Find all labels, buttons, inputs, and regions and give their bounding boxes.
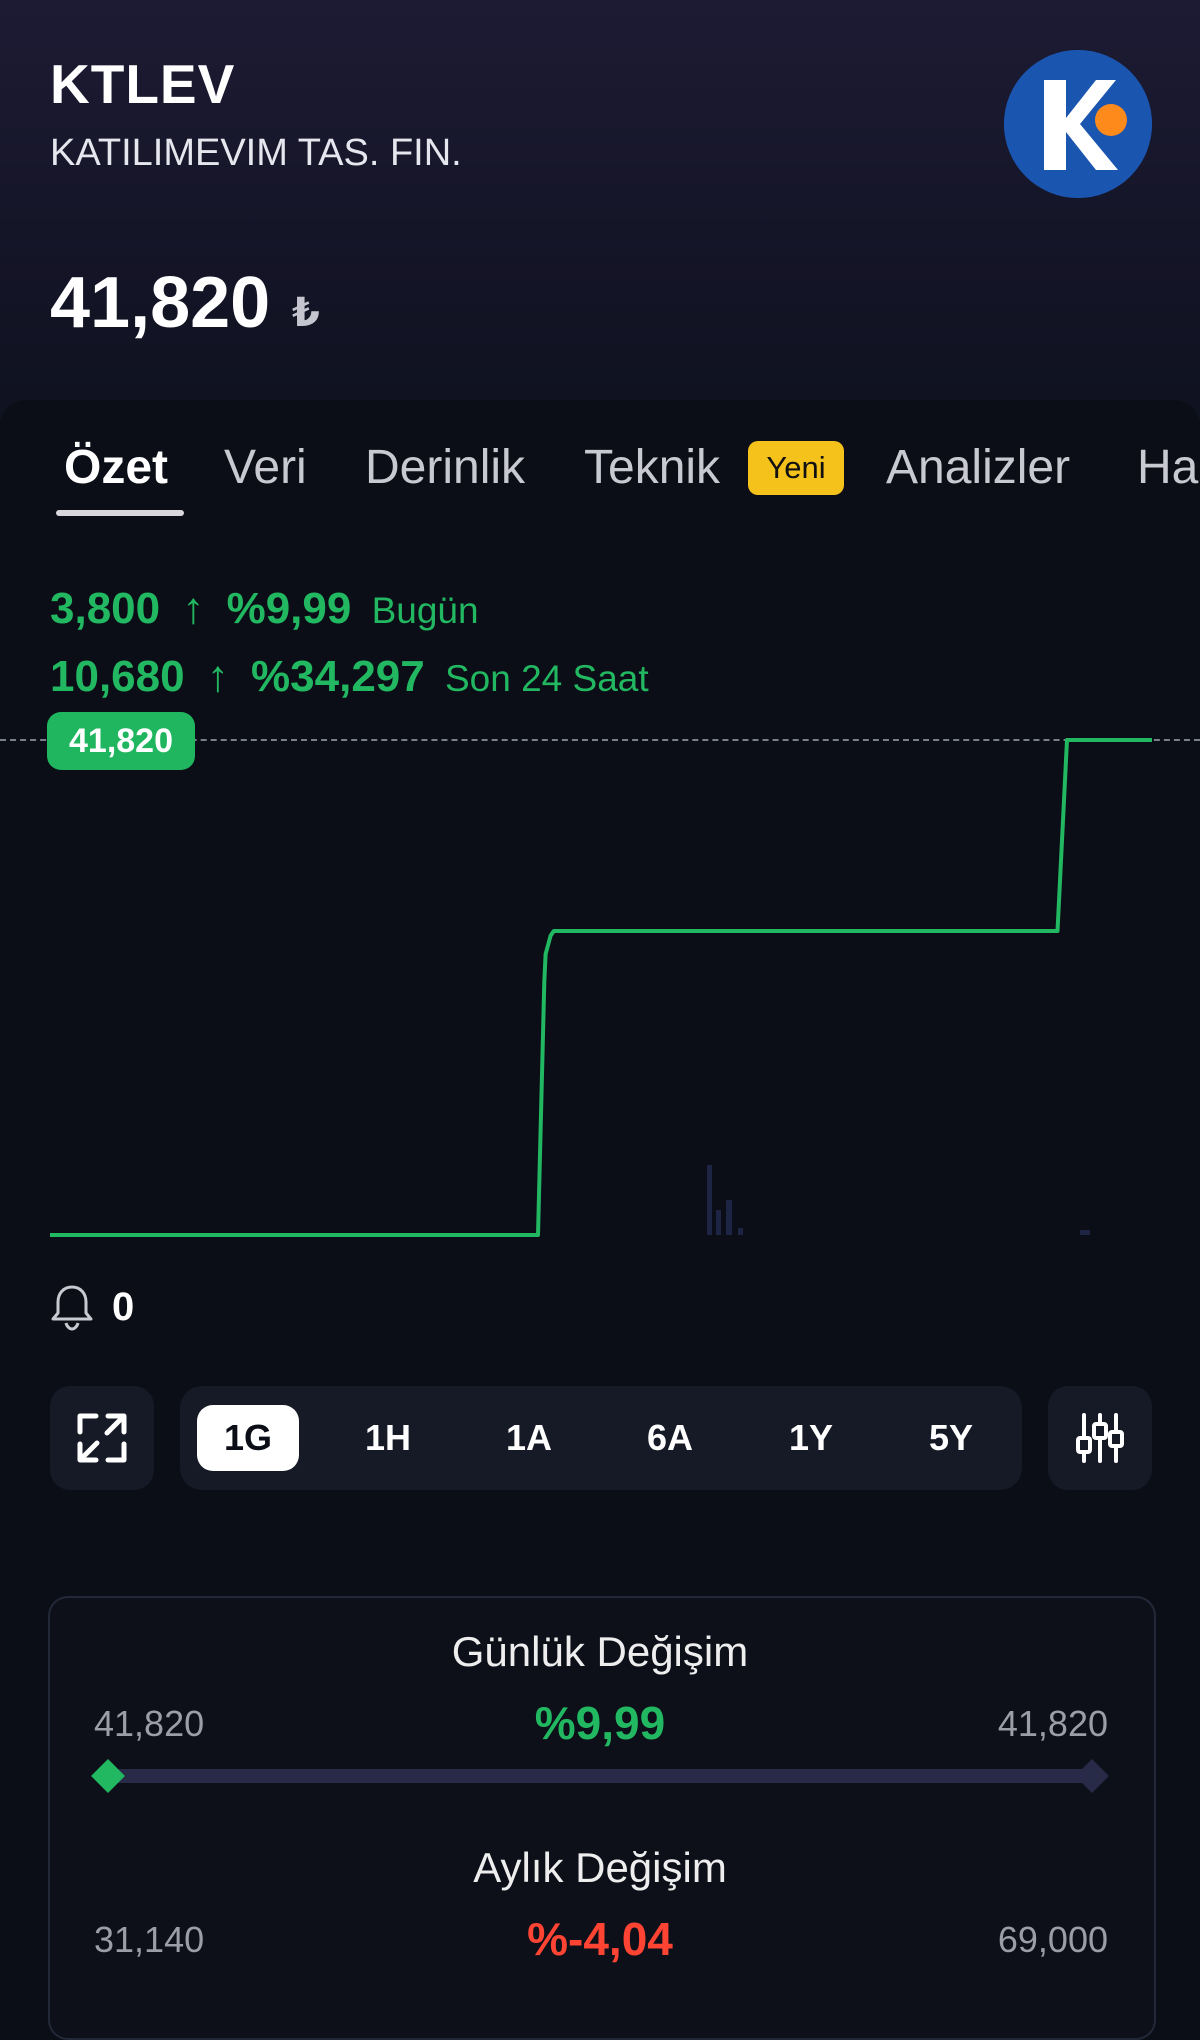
range-1g[interactable]: 1G [197, 1405, 299, 1471]
range-selector [180, 1386, 1022, 1490]
tab-derinlik[interactable]: Derinlik [365, 440, 525, 496]
change-24h: 10,680 ↑ %34,297 Son 24 Saat [50, 652, 649, 702]
change-today-value: 3,800 [50, 584, 161, 633]
currency-symbol: ₺ [292, 291, 320, 335]
range-6a[interactable]: 6A [619, 1405, 721, 1471]
chart-price-label: 41,820 [47, 712, 195, 770]
range-5y[interactable]: 5Y [900, 1405, 1002, 1471]
active-tab-indicator [56, 510, 184, 516]
up-arrow-icon: ↑ [206, 652, 229, 701]
current-price: 41,820 [50, 263, 271, 343]
bell-icon [51, 1285, 93, 1331]
monthly-high: 69,000 [997, 1919, 1108, 1960]
up-arrow-icon: ↑ [182, 584, 205, 633]
stock-ticker: KTLEV [50, 53, 236, 115]
tab-analizler[interactable]: Analizler [886, 440, 1070, 496]
change-today-percent: %9,99 [226, 584, 352, 633]
company-name: KATILIMEVIM TAS. FIN. [50, 132, 462, 174]
volume-bars [707, 1165, 1090, 1235]
volume-bar [726, 1200, 732, 1235]
volume-bar [707, 1165, 712, 1235]
candlestick-settings-icon [1076, 1413, 1124, 1463]
tab-ha[interactable]: Ha [1137, 440, 1198, 496]
change-today: 3,800 ↑ %9,99 Bugün [50, 584, 479, 634]
price-chart[interactable] [0, 700, 1200, 1240]
tab-teknik[interactable]: Teknik [584, 440, 720, 496]
slider-end-marker [1075, 1759, 1109, 1793]
range-1h[interactable]: 1H [337, 1405, 439, 1471]
change-today-label: Bugün [371, 590, 479, 631]
change-24h-label: Son 24 Saat [444, 658, 649, 699]
range-1a[interactable]: 1A [478, 1405, 580, 1471]
fullscreen-button[interactable] [50, 1386, 154, 1490]
tab-bar: Özet Veri Derinlik Teknik Analizler Ha [0, 440, 1200, 520]
monthly-change-title: Aylık Değişim [473, 1844, 727, 1891]
tab-ozet[interactable]: Özet [64, 440, 168, 496]
chart-settings-button[interactable] [1048, 1386, 1152, 1490]
price-line [50, 738, 1152, 1237]
daily-change-title: Günlük Değişim [451, 1628, 749, 1675]
price-alert[interactable]: 0 [50, 1282, 134, 1332]
daily-range-slider [108, 1769, 1092, 1783]
new-badge: Yeni [748, 441, 844, 495]
company-logo [1004, 50, 1152, 198]
volume-bar [1080, 1230, 1090, 1235]
daily-high: 41,820 [997, 1703, 1108, 1744]
range-1y[interactable]: 1Y [760, 1405, 862, 1471]
expand-icon [77, 1413, 127, 1463]
change-24h-value: 10,680 [50, 652, 185, 701]
volume-bar [738, 1228, 743, 1235]
logo-mark-icon [1004, 50, 1152, 198]
slider-current-marker [91, 1759, 125, 1793]
volume-bar [716, 1210, 721, 1235]
change-24h-percent: %34,297 [251, 652, 425, 701]
tab-veri[interactable]: Veri [224, 440, 307, 496]
alert-count: 0 [112, 1284, 135, 1329]
